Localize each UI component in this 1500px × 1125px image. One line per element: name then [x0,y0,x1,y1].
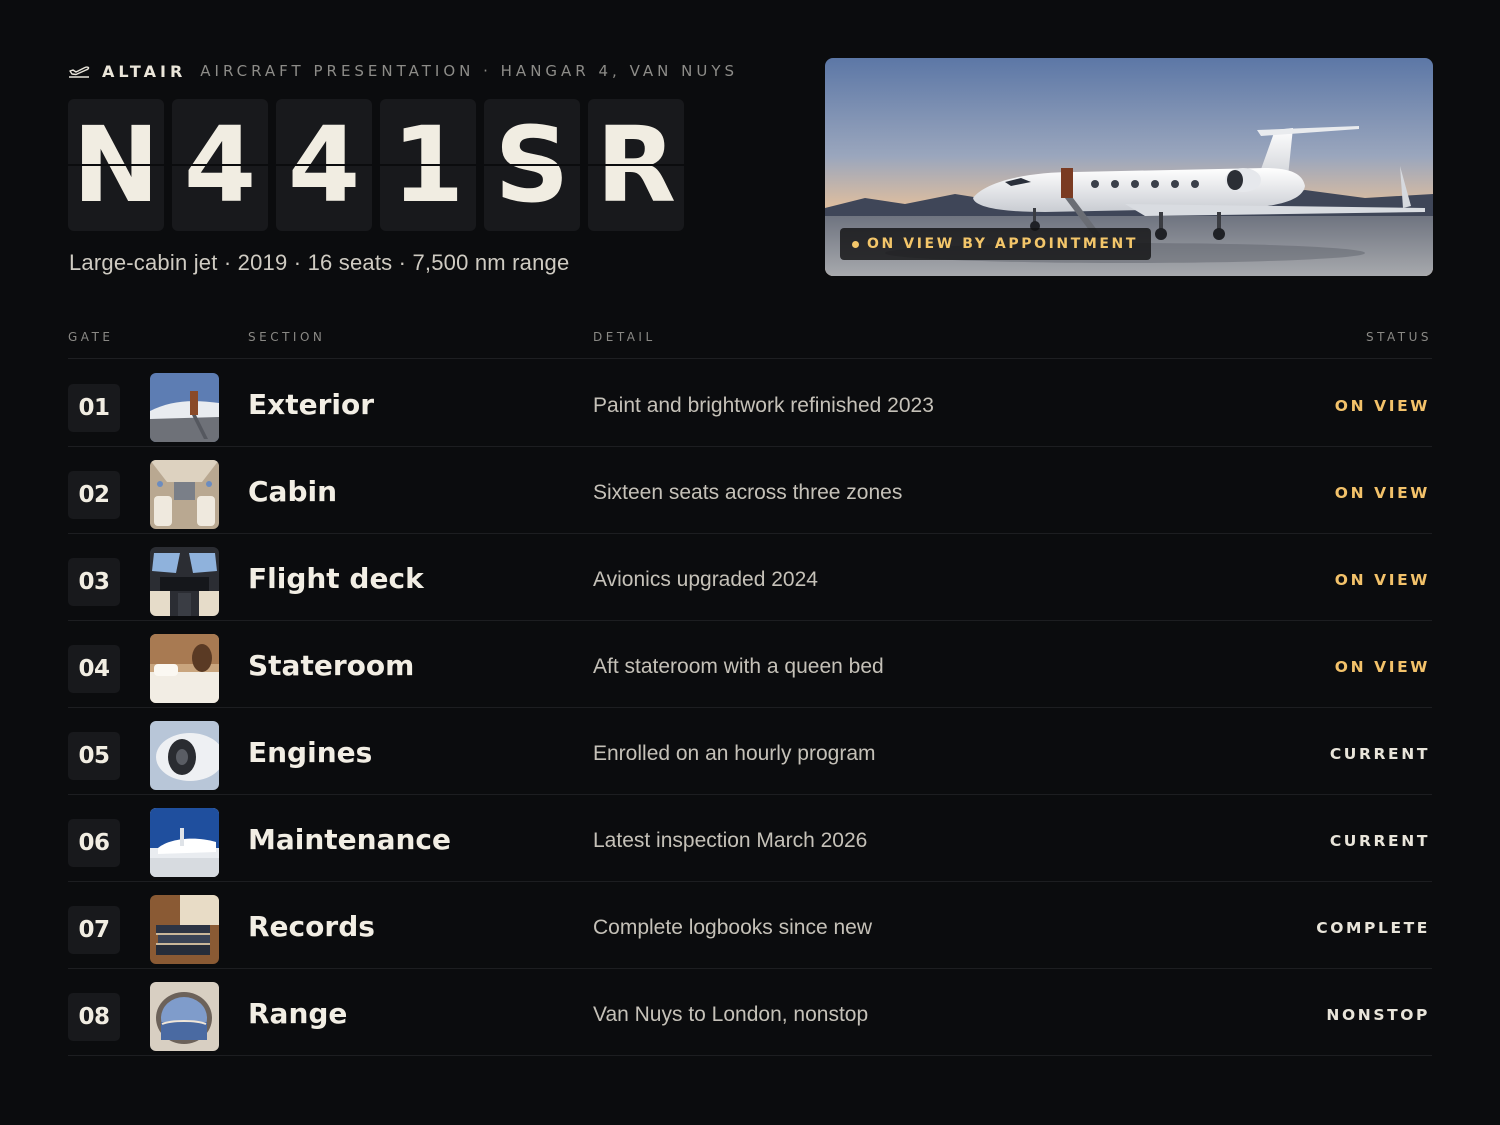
brand-row: ALTAIR AIRCRAFT PRESENTATION · HANGAR 4,… [68,60,738,82]
section-name: Records [248,910,375,943]
gate-number: 08 [68,993,120,1041]
status-badge: CURRENT [1329,745,1430,763]
records-thumbnail [150,895,219,964]
section-detail: Complete logbooks since new [593,916,872,939]
status-badge: ON VIEW [1334,484,1430,502]
status-badge: CURRENT [1329,832,1430,850]
status-badge: ON VIEW [1334,658,1430,676]
gate-number: 05 [68,732,120,780]
flight-deck-thumbnail [150,547,219,616]
gate-number: 02 [68,471,120,519]
table-row[interactable]: 02 Cabin Sixteen seats across three zone… [68,447,1432,534]
table-row[interactable]: 07 Records Complete logbooks since new C… [68,882,1432,969]
section-name: Range [248,997,348,1030]
section-detail: Aft stateroom with a queen bed [593,655,884,678]
status-badge: NONSTOP [1326,1006,1430,1024]
stateroom-thumbnail [150,634,219,703]
status-badge: ON VIEW [1334,571,1430,589]
table-row[interactable]: 01 Exterior Paint and brightwork refinis… [68,360,1432,447]
section-detail: Paint and brightwork refinished 2023 [593,394,934,417]
engines-thumbnail [150,721,219,790]
table-row[interactable]: 04 Stateroom Aft stateroom with a queen … [68,621,1432,708]
gate-number: 07 [68,906,120,954]
brand-name: ALTAIR [102,61,187,81]
hero-image[interactable]: ON VIEW BY APPOINTMENT [825,58,1433,276]
gate-number: 03 [68,558,120,606]
brand-subtitle: AIRCRAFT PRESENTATION · HANGAR 4, VAN NU… [200,62,738,80]
section-name: Exterior [248,388,375,421]
tail-number-char: 4 [172,99,268,231]
header-divider [68,358,1432,359]
table-row[interactable]: 05 Engines Enrolled on an hourly program… [68,708,1432,795]
column-header-section: SECTION [248,330,326,344]
status-dot-icon [852,240,859,248]
column-header-detail: DETAIL [593,330,656,344]
status-badge: COMPLETE [1316,919,1430,937]
section-name: Maintenance [248,823,452,856]
table-row[interactable]: 06 Maintenance Latest inspection March 2… [68,795,1432,882]
plane-takeoff-icon [69,66,90,78]
column-header-status: STATUS [1365,330,1432,344]
viewing-badge: ON VIEW BY APPOINTMENT [840,228,1152,260]
table-row[interactable]: 08 Range Van Nuys to London, nonstop NON… [68,969,1432,1056]
table-row[interactable]: 03 Flight deck Avionics upgraded 2024 ON… [68,534,1432,621]
gate-number: 06 [68,819,120,867]
section-name: Cabin [248,475,338,508]
section-detail: Avionics upgraded 2024 [593,568,818,591]
column-header-gate: GATE [68,330,114,344]
section-name: Engines [248,736,373,769]
section-name: Stateroom [248,649,415,682]
tail-number-char: 4 [276,99,372,231]
status-badge: ON VIEW [1334,397,1430,415]
gate-number: 04 [68,645,120,693]
viewing-badge-label: ON VIEW BY APPOINTMENT [867,236,1139,252]
sections-table: 01 Exterior Paint and brightwork refinis… [68,360,1432,1056]
tail-number-char: N [68,99,164,231]
cabin-thumbnail [150,460,219,529]
tail-number-char: R [588,99,684,231]
gate-number: 01 [68,384,120,432]
section-detail: Enrolled on an hourly program [593,742,876,765]
section-name: Flight deck [248,562,424,595]
section-detail: Sixteen seats across three zones [593,481,903,504]
tail-number-char: S [484,99,580,231]
exterior-thumbnail [150,373,219,442]
maintenance-thumbnail [150,808,219,877]
tail-number: N 4 4 1 S R [68,99,684,231]
section-detail: Van Nuys to London, nonstop [593,1003,869,1026]
section-detail: Latest inspection March 2026 [593,829,868,852]
table-header: GATE SECTION DETAIL STATUS [68,330,1432,348]
range-thumbnail [150,982,219,1051]
aircraft-summary: Large-cabin jet · 2019 · 16 seats · 7,50… [69,250,570,275]
tail-number-char: 1 [380,99,476,231]
